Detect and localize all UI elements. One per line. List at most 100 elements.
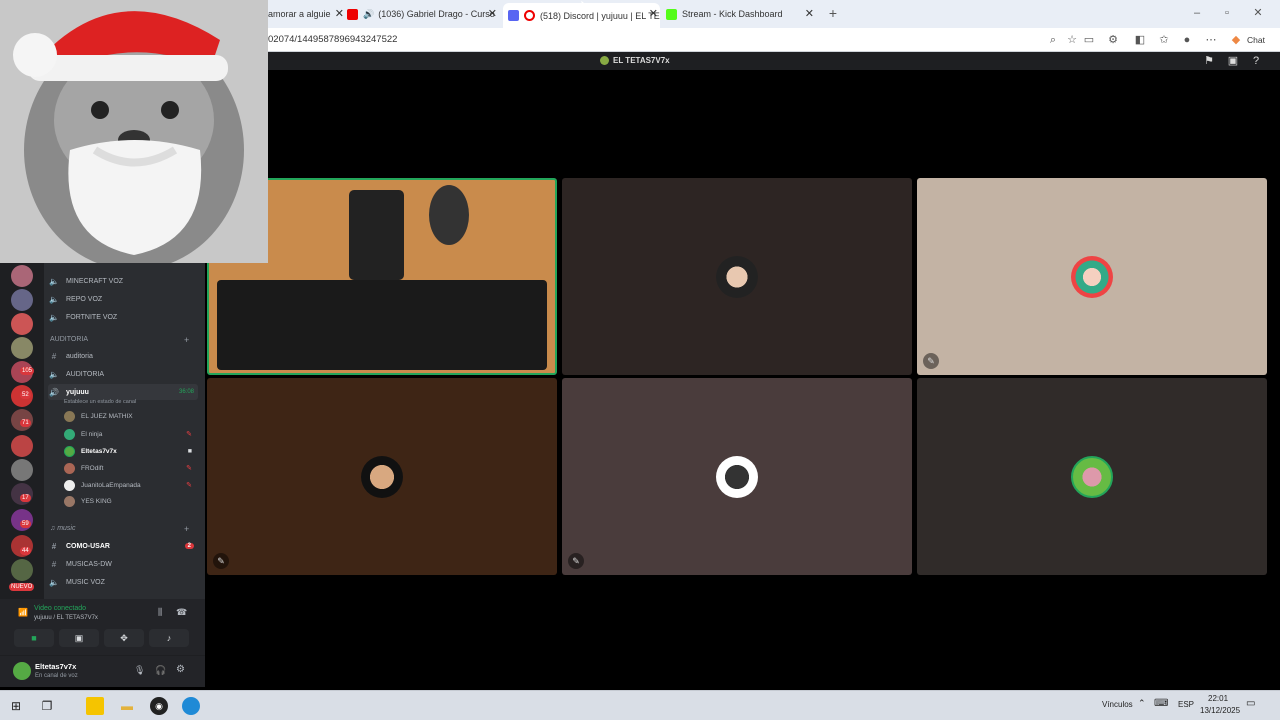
language-indicator[interactable]: ESP — [1178, 700, 1194, 709]
channel-music-voz[interactable]: 🔈 MUSIC VOZ — [48, 574, 198, 590]
record-icon — [524, 10, 535, 21]
avatar — [64, 495, 75, 507]
voice-member[interactable]: EL JUEZ MATHIX — [64, 408, 196, 424]
category-music[interactable]: ♫ music — [50, 525, 75, 532]
avatar — [64, 479, 75, 491]
channel-auditoria-voice[interactable]: 🔈 AUDITORIA — [48, 366, 198, 382]
window-close-icon[interactable]: ✕ — [1251, 6, 1265, 20]
url-text[interactable]: 02074/1449587896943247522 — [268, 34, 397, 45]
add-channel-icon[interactable]: + — [184, 524, 189, 534]
avatar — [716, 455, 758, 498]
clock-date[interactable]: 13/12/2025 — [1200, 706, 1240, 715]
channel-como-usar[interactable]: # COMO-USAR 2 — [48, 538, 198, 554]
obs-icon[interactable]: ◉ — [150, 697, 168, 715]
task-view-icon[interactable]: ❐ — [38, 697, 56, 715]
channel-repo-voz[interactable]: 🔈 REPO VOZ — [48, 291, 198, 307]
screen-share-button[interactable]: ▣ — [59, 629, 99, 647]
video-tile-3[interactable]: ✎ — [917, 178, 1267, 375]
activities-button[interactable]: ✥ — [104, 629, 144, 647]
video-tile-4[interactable]: ✎ — [207, 378, 557, 575]
camera-button[interactable]: ■ — [14, 629, 54, 647]
server-icon[interactable] — [11, 313, 33, 335]
voice-member[interactable]: YES KING — [64, 493, 196, 509]
category-label: music — [57, 525, 76, 532]
voice-member[interactable]: FROdift ✎ — [64, 460, 196, 476]
speaker-icon: 🔈 — [49, 276, 59, 286]
speaker-icon: 🔈 — [49, 312, 59, 322]
video-icon[interactable]: ▭ — [1082, 33, 1096, 47]
voice-member[interactable]: Eltetas7v7x ■ — [64, 443, 196, 459]
tab-4[interactable]: Stream - Kick Dashboard ✕ — [666, 3, 816, 25]
disconnect-icon[interactable]: ☎ — [176, 607, 187, 618]
add-channel-icon[interactable]: + — [184, 335, 189, 345]
tab-1[interactable]: amorar a alguie ✕ — [268, 3, 346, 25]
server-icon — [600, 56, 609, 65]
voice-member[interactable]: El ninja ✎ — [64, 426, 196, 442]
notifications-icon[interactable]: ▭ — [1246, 698, 1255, 709]
video-tile-2[interactable] — [562, 178, 912, 375]
extensions-icon[interactable]: ⚙ — [1106, 33, 1120, 47]
voice-location[interactable]: yujuuu / EL TETAS7V7x — [34, 615, 98, 621]
server-icon[interactable] — [11, 459, 33, 481]
copilot-icon[interactable]: ◆ — [1229, 33, 1243, 47]
favorite-star-icon[interactable]: ☆ — [1065, 33, 1079, 47]
headphones-icon[interactable]: 🎧 — [155, 665, 166, 676]
channel-fortnite-voz[interactable]: 🔈 FORTNITE VOZ — [48, 309, 198, 325]
channel-label: COMO-USAR — [66, 542, 110, 550]
member-name: YES KING — [81, 497, 112, 505]
close-icon[interactable]: ✕ — [649, 7, 658, 20]
new-tab-icon[interactable]: + — [826, 6, 840, 20]
video-tile-6[interactable] — [917, 378, 1267, 575]
channel-status-prompt[interactable]: Establece un estado de canal — [64, 399, 136, 405]
avatar — [64, 428, 75, 440]
server-title: EL TETAS7V7x — [613, 56, 670, 65]
chevron-up-icon[interactable]: ⌃ — [1138, 698, 1146, 709]
server-icon[interactable] — [11, 435, 33, 457]
user-avatar[interactable] — [13, 662, 31, 680]
favorites-icon[interactable]: ✩ — [1157, 33, 1171, 47]
noise-suppression-icon[interactable]: ⫼ — [158, 607, 162, 618]
help-icon[interactable]: ? — [1249, 54, 1263, 68]
avatar — [64, 445, 75, 457]
channel-minecraft-voz[interactable]: 🔈 MINECRAFT VOZ — [48, 273, 198, 289]
voice-status[interactable]: Video conectado — [34, 605, 86, 612]
video-tile-5[interactable]: ✎ — [562, 378, 912, 575]
microphone-icon[interactable]: 🎙 — [134, 665, 145, 676]
clock-time[interactable]: 22:01 — [1208, 694, 1228, 703]
speaker-icon: 🔊 — [363, 8, 375, 19]
channel-yujuuu[interactable]: 🔊 yujuuu 36:08 — [48, 384, 198, 400]
close-icon[interactable]: ✕ — [335, 7, 344, 20]
member-name: EL JUEZ MATHIX — [81, 412, 133, 420]
file-explorer-icon[interactable]: ▬ — [118, 697, 136, 715]
more-icon[interactable]: ⋯ — [1204, 33, 1218, 47]
server-icon[interactable] — [11, 289, 33, 311]
server-icon[interactable] — [11, 337, 33, 359]
keyboard-icon[interactable]: ⌨ — [1154, 698, 1168, 709]
channel-auditoria-text[interactable]: # auditoria — [48, 348, 198, 364]
channel-musicas-dw[interactable]: # MUSICAS-DW — [48, 556, 198, 572]
close-icon[interactable]: ✕ — [488, 7, 497, 20]
popout-icon[interactable]: ▣ — [1226, 54, 1240, 68]
settings-gear-icon[interactable]: ⚙ — [176, 664, 185, 675]
santa-raccoon-image — [0, 0, 268, 263]
username[interactable]: Eltetas7v7x — [35, 662, 76, 671]
flag-icon[interactable]: ⚑ — [1202, 54, 1216, 68]
chat-label[interactable]: Chat — [1247, 35, 1265, 45]
category-auditoria[interactable]: AUDITORIA — [50, 336, 88, 343]
server-icon[interactable] — [11, 559, 33, 581]
tab-2[interactable]: 🔊 (1036) Gabriel Drago - Curso ✕ — [347, 3, 499, 25]
hash-icon: # — [51, 351, 57, 361]
windows-start-icon[interactable]: ⊞ — [7, 697, 25, 715]
profile-avatar-icon[interactable]: ● — [1180, 33, 1194, 47]
maximize-icon[interactable]: ▫ — [1220, 6, 1234, 20]
split-screen-icon[interactable]: ◧ — [1133, 33, 1147, 47]
minimize-icon[interactable]: – — [1190, 6, 1204, 20]
close-icon[interactable]: ✕ — [805, 7, 814, 20]
soundboard-button[interactable]: ♪ — [149, 629, 189, 647]
server-icon[interactable] — [11, 265, 33, 287]
edge-browser-icon[interactable] — [182, 697, 200, 715]
sticky-notes-icon[interactable] — [86, 697, 104, 715]
zoom-icon[interactable]: ⌕ — [1046, 33, 1060, 47]
links-label[interactable]: Vínculos — [1102, 700, 1133, 709]
voice-member[interactable]: JuanitoLaEmpanada ✎ — [64, 477, 196, 493]
